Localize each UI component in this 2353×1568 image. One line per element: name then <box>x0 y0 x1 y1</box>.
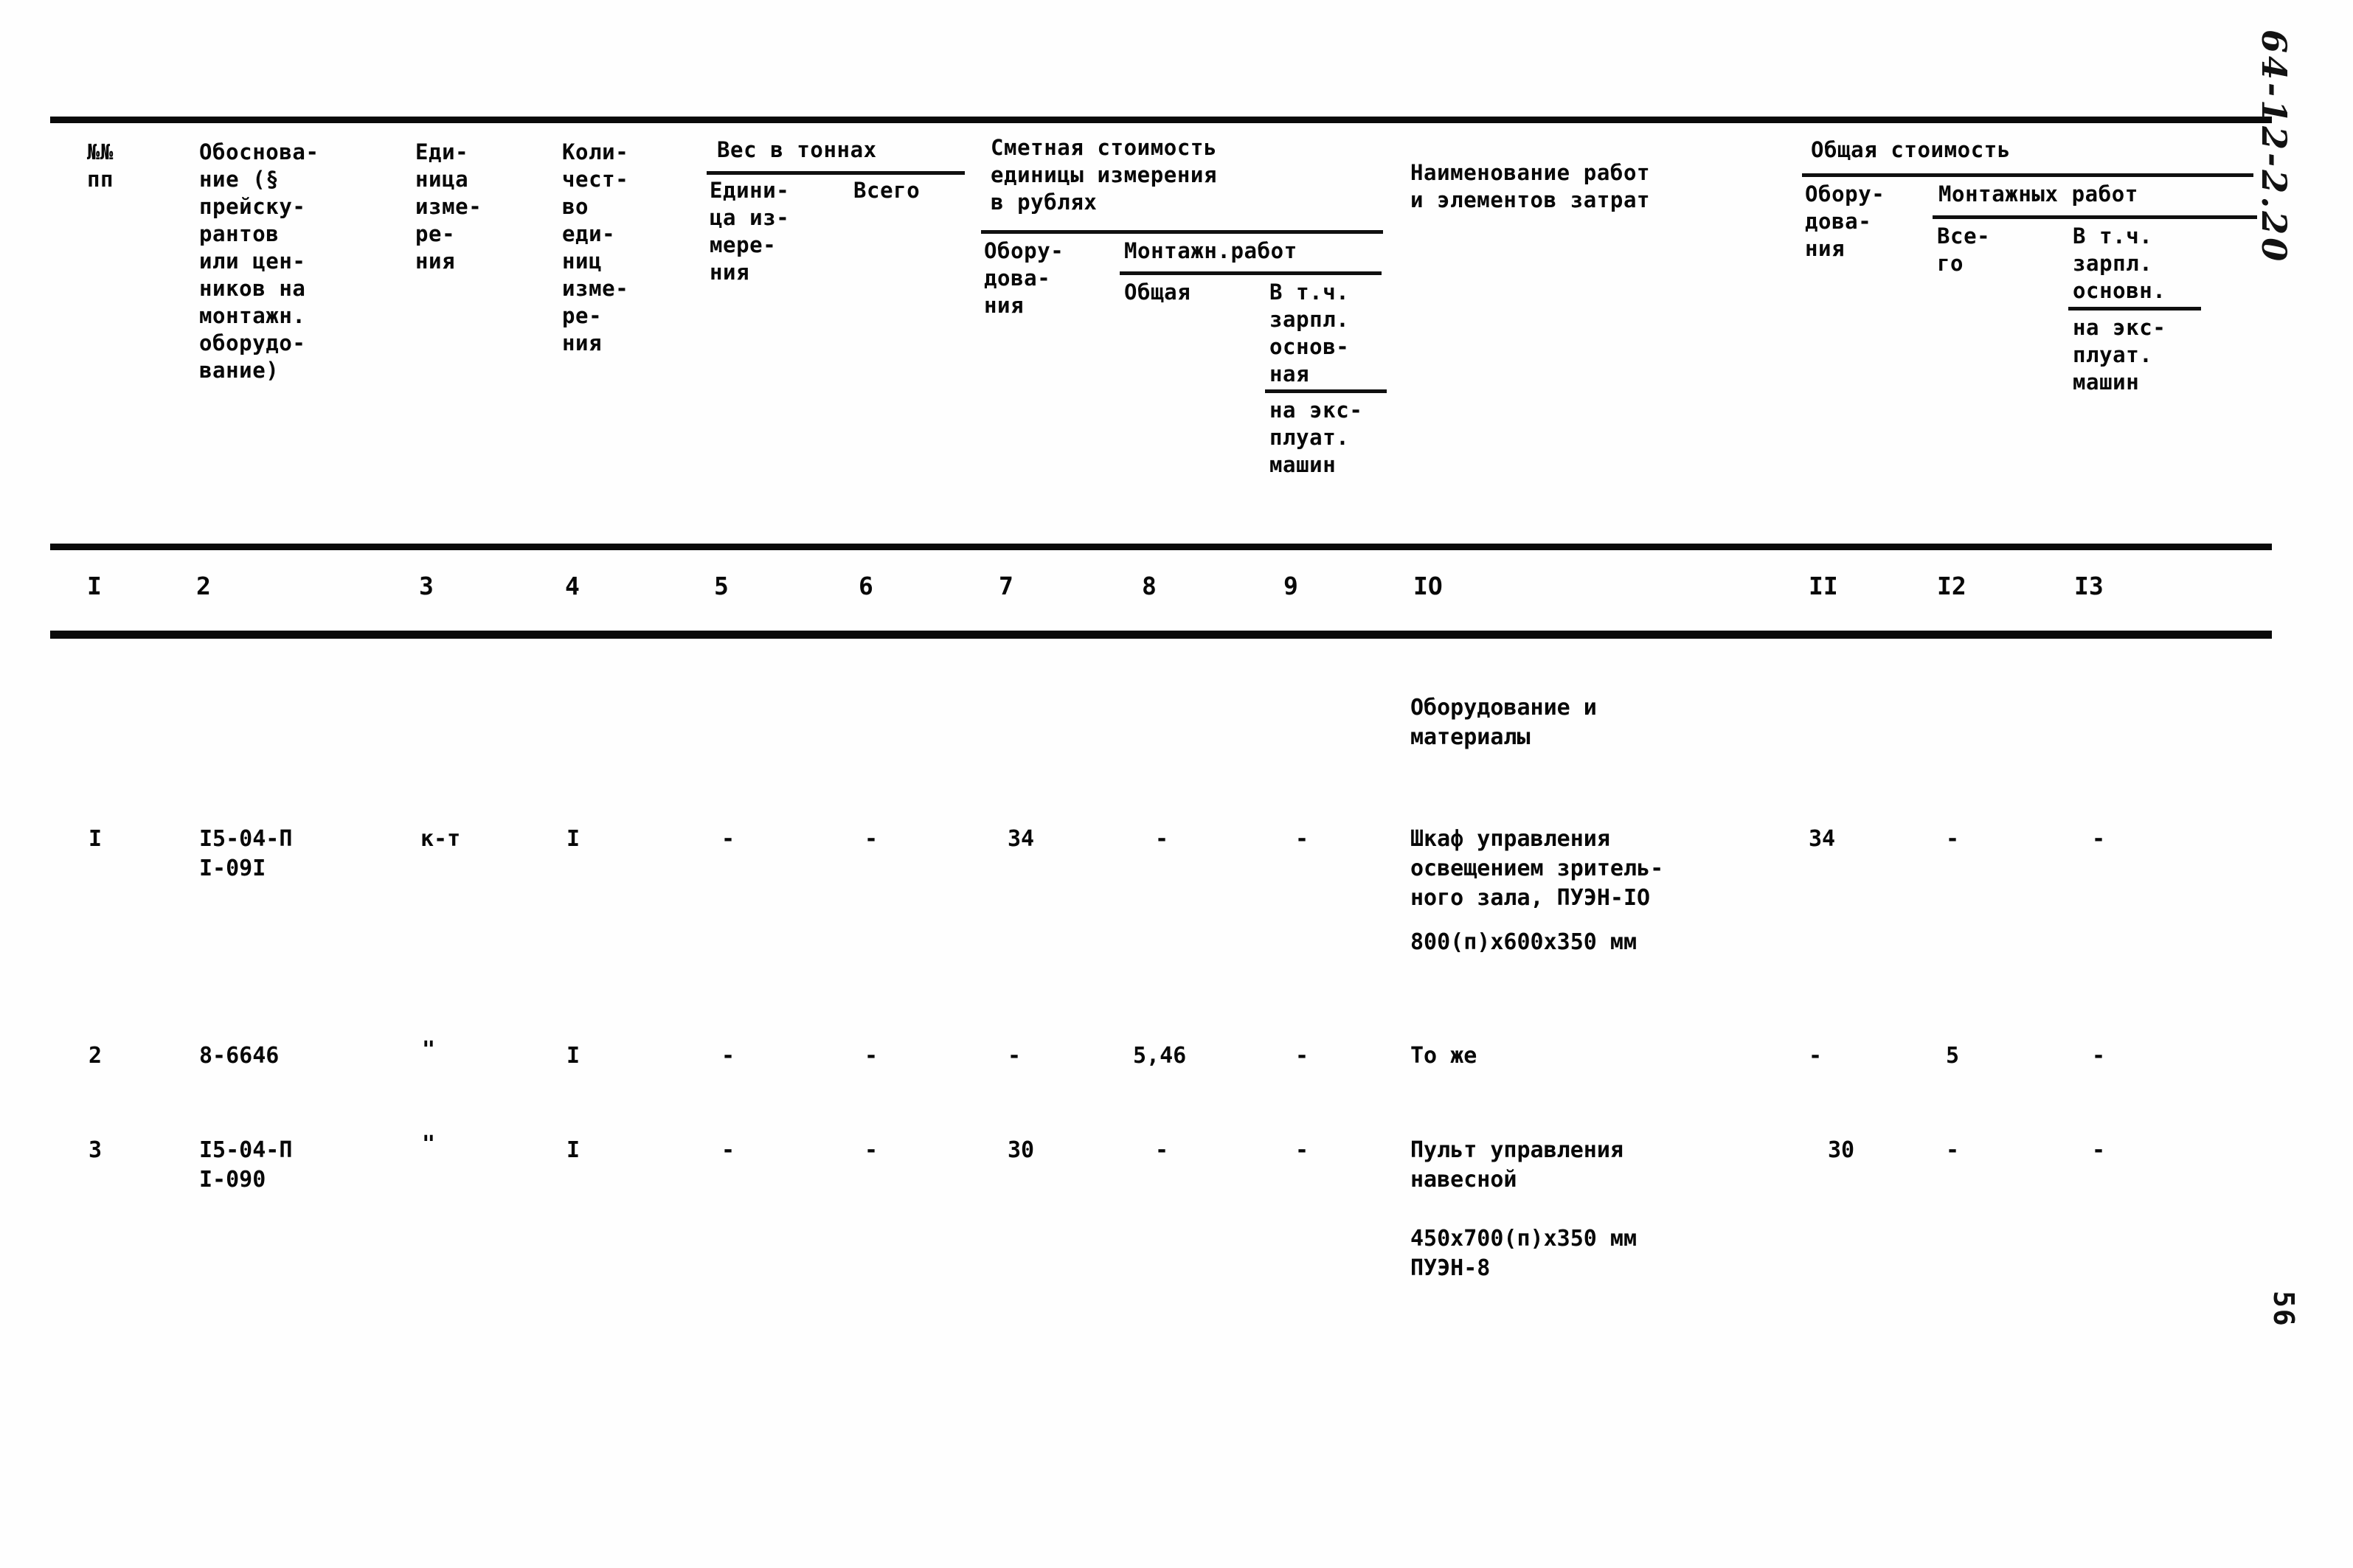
page-number: 56 <box>2267 1291 2300 1328</box>
section-title-equipment-materials: Оборудование и материалы <box>1410 695 1597 750</box>
table-row: 800(п)х600х350 мм <box>1410 929 1638 955</box>
table-row: 3 <box>89 1137 103 1163</box>
colnum-3: 3 <box>419 572 434 600</box>
handwritten-margin-note: 64-12-2.20 <box>2254 30 2294 265</box>
header-group-total-cost: Общая стоимость <box>1811 137 2011 162</box>
table-row: I <box>566 826 581 852</box>
table-row: 34 <box>1809 826 1836 852</box>
table-row: - <box>721 826 735 852</box>
total-montazh-underline <box>1933 215 2257 219</box>
table-row: 30 <box>1008 1137 1035 1163</box>
table-row: - <box>1155 1137 1169 1163</box>
table-row: - <box>1295 1043 1309 1069</box>
table-row: - <box>1008 1043 1022 1069</box>
incl-wages-underline <box>1265 389 1387 393</box>
table-row: - <box>2092 826 2106 852</box>
table-row: - <box>721 1043 735 1069</box>
header-group-estimated-cost: Сметная стоимость единицы измерения в ру… <box>991 135 1218 215</box>
table-row: - <box>1295 826 1309 852</box>
table-row: Шкаф управления освещением зритель- ного… <box>1410 826 1664 911</box>
header-col-total-all: Все- го <box>1937 223 1991 276</box>
colnum-2: 2 <box>196 572 211 600</box>
header-col-works-name: Наименование работ и элементов затрат <box>1410 160 1651 212</box>
table-row: I <box>89 826 103 852</box>
table-row: I <box>566 1137 581 1163</box>
table-row: - <box>721 1137 735 1163</box>
header-col-basis: Обоснова- ние (§ прейску- рантов или цен… <box>199 139 319 383</box>
table-row: " <box>422 1131 436 1157</box>
header-group-montazh-works: Монтажн.работ <box>1124 238 1297 263</box>
cost-group-underline <box>981 230 1383 234</box>
header-col-weight-total: Всего <box>853 178 921 203</box>
scanned-page: №№ пп Обоснова- ние (§ прейску- рантов и… <box>0 0 2353 1568</box>
table-row: 450х700(п)х350 мм ПУЭН-8 <box>1410 1226 1638 1281</box>
header-col-montazh-total: Общая <box>1124 280 1191 305</box>
total-cost-group-underline <box>1802 173 2253 177</box>
colnum-11: II <box>1809 572 1838 600</box>
table-row: - <box>1946 1137 1960 1163</box>
colnum-1: I <box>87 572 102 600</box>
table-row: 34 <box>1008 826 1035 852</box>
table-row: 2 <box>89 1043 103 1069</box>
header-col-total-equipment: Обору- дова- ния <box>1805 181 1885 261</box>
table-row: " <box>422 1037 436 1063</box>
header-col-no-pp: №№ пп <box>87 139 114 192</box>
header-col-total-incl-wages: В т.ч. зарпл. основн. <box>2073 223 2166 303</box>
header-col-cost-equipment: Обору- дова- ния <box>984 238 1064 318</box>
total-incl-wages-underline <box>2068 307 2201 311</box>
table-row: - <box>1295 1137 1309 1163</box>
header-col-weight-unit: Едини- ца из- мере- ния <box>710 178 790 285</box>
table-row: 5 <box>1946 1043 1960 1069</box>
colnum-8: 8 <box>1142 572 1157 600</box>
montazh-group-underline <box>1120 271 1382 275</box>
colnum-9: 9 <box>1283 572 1298 600</box>
colnum-10: IO <box>1413 572 1443 600</box>
table-row: 5,46 <box>1133 1043 1187 1069</box>
header-group-weight-tons: Вес в тоннах <box>717 137 877 162</box>
table-colnum-rule <box>50 631 2272 639</box>
header-col-unit: Еди- ница изме- ре- ния <box>415 139 482 274</box>
colnum-4: 4 <box>565 572 580 600</box>
table-row: - <box>1155 826 1169 852</box>
table-row: - <box>864 826 879 852</box>
header-group-total-montazh: Монтажных работ <box>1938 181 2138 207</box>
colnum-6: 6 <box>859 572 873 600</box>
table-row: I5-04-П I-090 <box>199 1137 293 1193</box>
table-row: - <box>2092 1137 2106 1163</box>
table-row: - <box>1809 1043 1823 1069</box>
header-col-incl-wages: В т.ч. зарпл. основ- ная <box>1269 280 1350 386</box>
table-row: Пульт управления навесной <box>1410 1137 1623 1193</box>
table-header-rule <box>50 544 2272 550</box>
header-col-quantity: Коли- чест- во еди- ниц изме- ре- ния <box>562 139 629 355</box>
colnum-13: I3 <box>2074 572 2104 600</box>
table-row: То же <box>1410 1043 1477 1069</box>
table-row: I <box>566 1043 581 1069</box>
table-row: 30 <box>1828 1137 1855 1163</box>
table-row: I5-04-П I-09I <box>199 826 293 881</box>
table-row: к-т <box>420 826 461 852</box>
header-col-total-machines: на экс- плуат. машин <box>2073 315 2166 395</box>
colnum-12: I2 <box>1937 572 1966 600</box>
table-row: - <box>864 1043 879 1069</box>
header-col-machines-operation: на экс- плуат. машин <box>1269 398 1363 477</box>
weight-group-underline <box>707 171 965 175</box>
table-row: - <box>1946 826 1960 852</box>
table-row: 8-6646 <box>199 1043 280 1069</box>
colnum-7: 7 <box>999 572 1013 600</box>
table-top-rule <box>50 117 2272 123</box>
table-row: - <box>864 1137 879 1163</box>
table-row: - <box>2092 1043 2106 1069</box>
colnum-5: 5 <box>714 572 729 600</box>
